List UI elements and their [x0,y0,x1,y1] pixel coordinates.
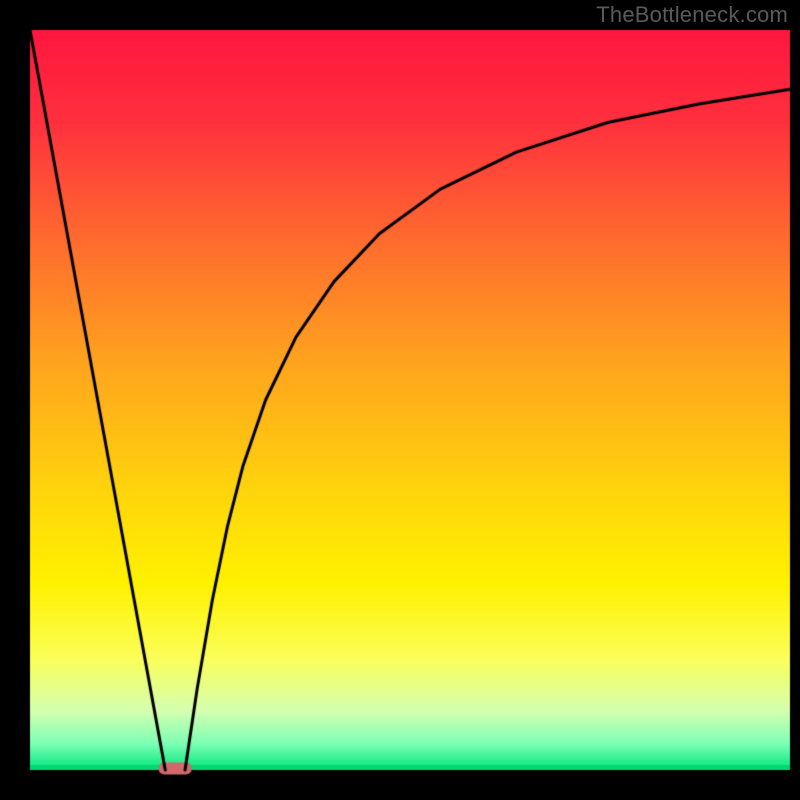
chart-stage: TheBottleneck.com [0,0,800,800]
watermark-text: TheBottleneck.com [596,2,788,28]
bottleneck-chart-canvas [0,0,800,800]
